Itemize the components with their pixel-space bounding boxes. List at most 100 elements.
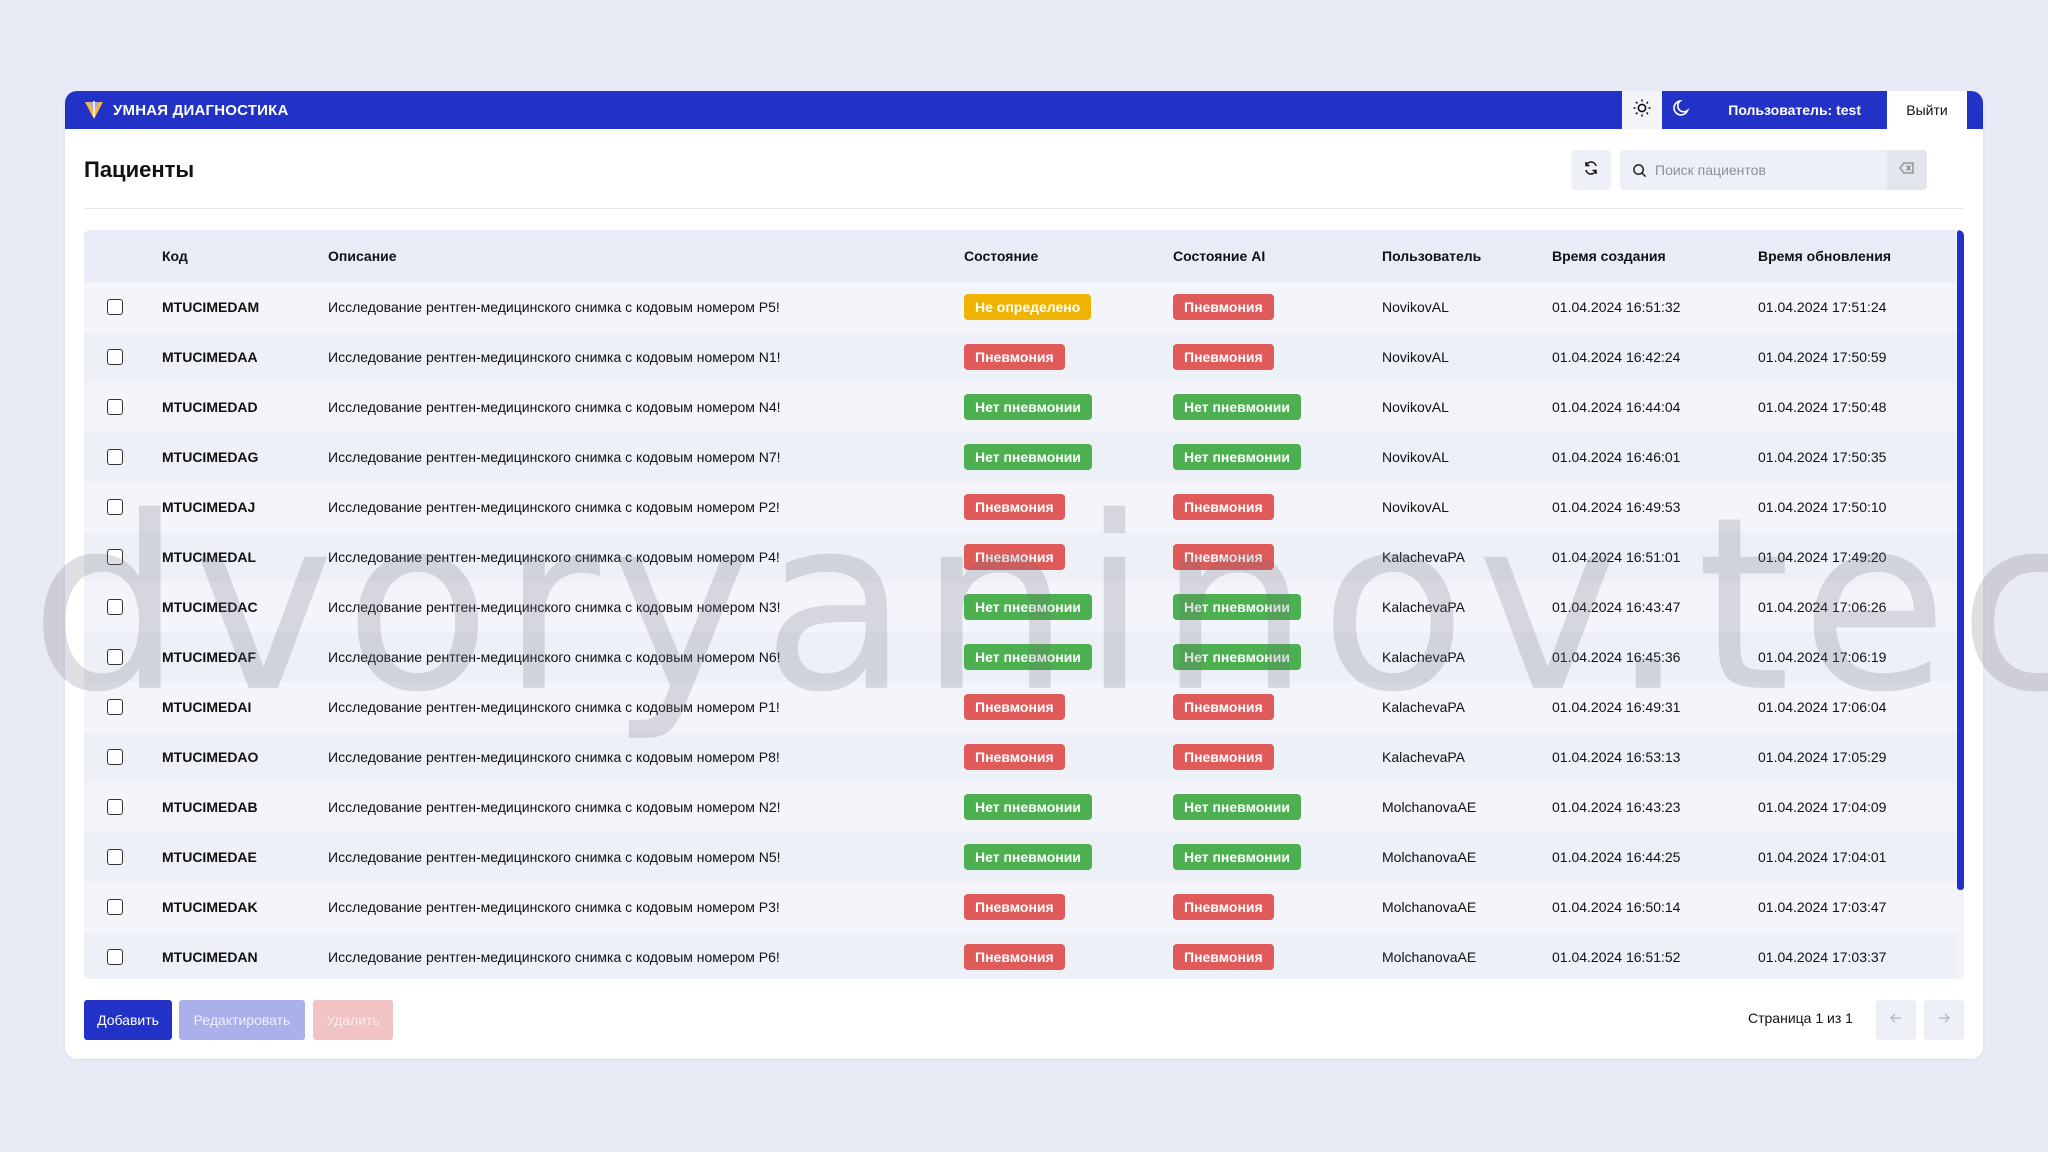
row-checkbox[interactable] — [107, 849, 123, 865]
table-row[interactable]: MTUCIMEDAE Исследование рентген-медицинск… — [84, 832, 1956, 882]
ai-state-cell: Нет пневмонии — [1173, 582, 1382, 632]
created-time: 01.04.2024 16:51:32 — [1552, 299, 1681, 315]
ai-state-badge: Нет пневмонии — [1173, 644, 1301, 670]
state-badge: Нет пневмонии — [964, 794, 1092, 820]
updated-time: 01.04.2024 17:50:48 — [1758, 399, 1887, 415]
state-badge: Пневмония — [964, 344, 1065, 370]
refresh-icon — [1583, 160, 1599, 181]
created-time: 01.04.2024 16:53:13 — [1552, 749, 1681, 765]
state-cell: Нет пневмонии — [964, 632, 1173, 682]
patient-description: Исследование рентген-медицинского снимка… — [328, 949, 780, 965]
table-row[interactable]: MTUCIMEDAI Исследование рентген-медицинск… — [84, 682, 1956, 732]
next-page-button[interactable] — [1924, 1000, 1964, 1040]
column-header[interactable]: Состояние — [964, 230, 1173, 282]
column-header[interactable]: Время создания — [1552, 230, 1758, 282]
ai-state-cell: Нет пневмонии — [1173, 782, 1382, 832]
state-badge: Пневмония — [964, 544, 1065, 570]
created-time: 01.04.2024 16:49:53 — [1552, 499, 1681, 515]
row-checkbox[interactable] — [107, 399, 123, 415]
patient-user: KalachevaPA — [1382, 749, 1466, 765]
row-select-cell — [84, 582, 162, 632]
ai-state-cell: Пневмония — [1173, 332, 1382, 382]
delete-button[interactable]: Удалить — [313, 1000, 393, 1040]
row-checkbox[interactable] — [107, 699, 123, 715]
row-checkbox[interactable] — [107, 749, 123, 765]
table-row[interactable]: MTUCIMEDAJ Исследование рентген-медицинск… — [84, 482, 1956, 532]
state-cell: Нет пневмонии — [964, 432, 1173, 482]
table-row[interactable]: MTUCIMEDAL Исследование рентген-медицинск… — [84, 532, 1956, 582]
row-checkbox[interactable] — [107, 349, 123, 365]
updated-time: 01.04.2024 17:05:29 — [1758, 749, 1887, 765]
row-checkbox[interactable] — [107, 499, 123, 515]
ai-state-cell: Пневмония — [1173, 682, 1382, 732]
state-cell: Пневмония — [964, 732, 1173, 782]
caduceus-shield-icon — [83, 99, 105, 121]
table-row[interactable]: MTUCIMEDAM Исследование рентген-медицинск… — [84, 282, 1956, 332]
state-cell: Не определено — [964, 282, 1173, 332]
patient-description: Исследование рентген-медицинского снимка… — [328, 549, 780, 565]
row-checkbox[interactable] — [107, 549, 123, 565]
row-checkbox[interactable] — [107, 599, 123, 615]
header-divider — [84, 208, 1964, 209]
row-select-cell — [84, 382, 162, 432]
dark-theme-button[interactable] — [1662, 91, 1703, 129]
table-row[interactable]: MTUCIMEDAG Исследование рентген-медицинск… — [84, 432, 1956, 482]
table-row[interactable]: MTUCIMEDAC Исследование рентген-медицинск… — [84, 582, 1956, 632]
brand: УМНАЯ ДИАГНОСТИКА — [83, 99, 289, 121]
patient-user: NovikovAL — [1382, 399, 1449, 415]
table-row[interactable]: MTUCIMEDAF Исследование рентген-медицинск… — [84, 632, 1956, 682]
search-input[interactable] — [1655, 150, 1887, 190]
ai-state-badge: Пневмония — [1173, 494, 1274, 520]
state-cell: Нет пневмонии — [964, 832, 1173, 882]
clear-search-button[interactable] — [1887, 150, 1927, 190]
row-checkbox[interactable] — [107, 899, 123, 915]
ai-state-cell: Пневмония — [1173, 732, 1382, 782]
row-checkbox[interactable] — [107, 299, 123, 315]
add-button[interactable]: Добавить — [84, 1000, 172, 1040]
table-row[interactable]: MTUCIMEDAO Исследование рентген-медицинск… — [84, 732, 1956, 782]
state-cell: Пневмония — [964, 882, 1173, 932]
table-row[interactable]: MTUCIMEDAA Исследование рентген-медицинск… — [84, 332, 1956, 382]
logout-button[interactable]: Выйти — [1887, 91, 1983, 129]
column-header[interactable]: Время обновления — [1758, 230, 1956, 282]
state-cell: Нет пневмонии — [964, 382, 1173, 432]
updated-time: 01.04.2024 17:50:59 — [1758, 349, 1887, 365]
table-row[interactable]: MTUCIMEDAD Исследование рентген-медицинск… — [84, 382, 1956, 432]
state-cell: Пневмония — [964, 932, 1173, 979]
column-header[interactable]: Описание — [328, 230, 964, 282]
created-time: 01.04.2024 16:51:52 — [1552, 949, 1681, 965]
row-checkbox[interactable] — [107, 649, 123, 665]
moon-icon — [1672, 98, 1692, 123]
table-scrollbar[interactable] — [1957, 230, 1964, 890]
patient-description: Исследование рентген-медицинского снимка… — [328, 799, 781, 815]
table-header-row: Код Описание Состояние Состояние AI Поль… — [84, 230, 1956, 282]
ai-state-badge: Пневмония — [1173, 544, 1274, 570]
ai-state-badge: Нет пневмонии — [1173, 394, 1301, 420]
edit-button[interactable]: Редактировать — [179, 1000, 305, 1040]
table-row[interactable]: MTUCIMEDAK Исследование рентген-медицинск… — [84, 882, 1956, 932]
row-checkbox[interactable] — [107, 949, 123, 965]
patient-description: Исследование рентген-медицинского снимка… — [328, 849, 781, 865]
patient-description: Исследование рентген-медицинского снимка… — [328, 749, 780, 765]
patient-code: MTUCIMEDAF — [162, 649, 257, 665]
prev-page-button[interactable] — [1876, 1000, 1916, 1040]
ai-state-cell: Пневмония — [1173, 932, 1382, 979]
table-row[interactable]: MTUCIMEDAN Исследование рентген-медицинск… — [84, 932, 1956, 979]
updated-time: 01.04.2024 17:50:35 — [1758, 449, 1887, 465]
patients-table-container: Код Описание Состояние Состояние AI Поль… — [84, 230, 1964, 979]
column-header[interactable]: Состояние AI — [1173, 230, 1382, 282]
updated-time: 01.04.2024 17:04:09 — [1758, 799, 1887, 815]
refresh-button[interactable] — [1571, 150, 1611, 190]
light-theme-button[interactable] — [1622, 91, 1663, 129]
row-checkbox[interactable] — [107, 799, 123, 815]
table-row[interactable]: MTUCIMEDAB Исследование рентген-медицинск… — [84, 782, 1956, 832]
ai-state-cell: Нет пневмонии — [1173, 432, 1382, 482]
row-checkbox[interactable] — [107, 449, 123, 465]
patients-table: Код Описание Состояние Состояние AI Поль… — [84, 230, 1956, 979]
app-window: УМНАЯ ДИАГНОСТИКА Пользователь: test Вый… — [65, 91, 1983, 1059]
column-header[interactable]: Код — [162, 230, 328, 282]
patient-user: NovikovAL — [1382, 349, 1449, 365]
updated-time: 01.04.2024 17:06:04 — [1758, 699, 1887, 715]
ai-state-badge: Нет пневмонии — [1173, 594, 1301, 620]
column-header[interactable]: Пользователь — [1382, 230, 1552, 282]
